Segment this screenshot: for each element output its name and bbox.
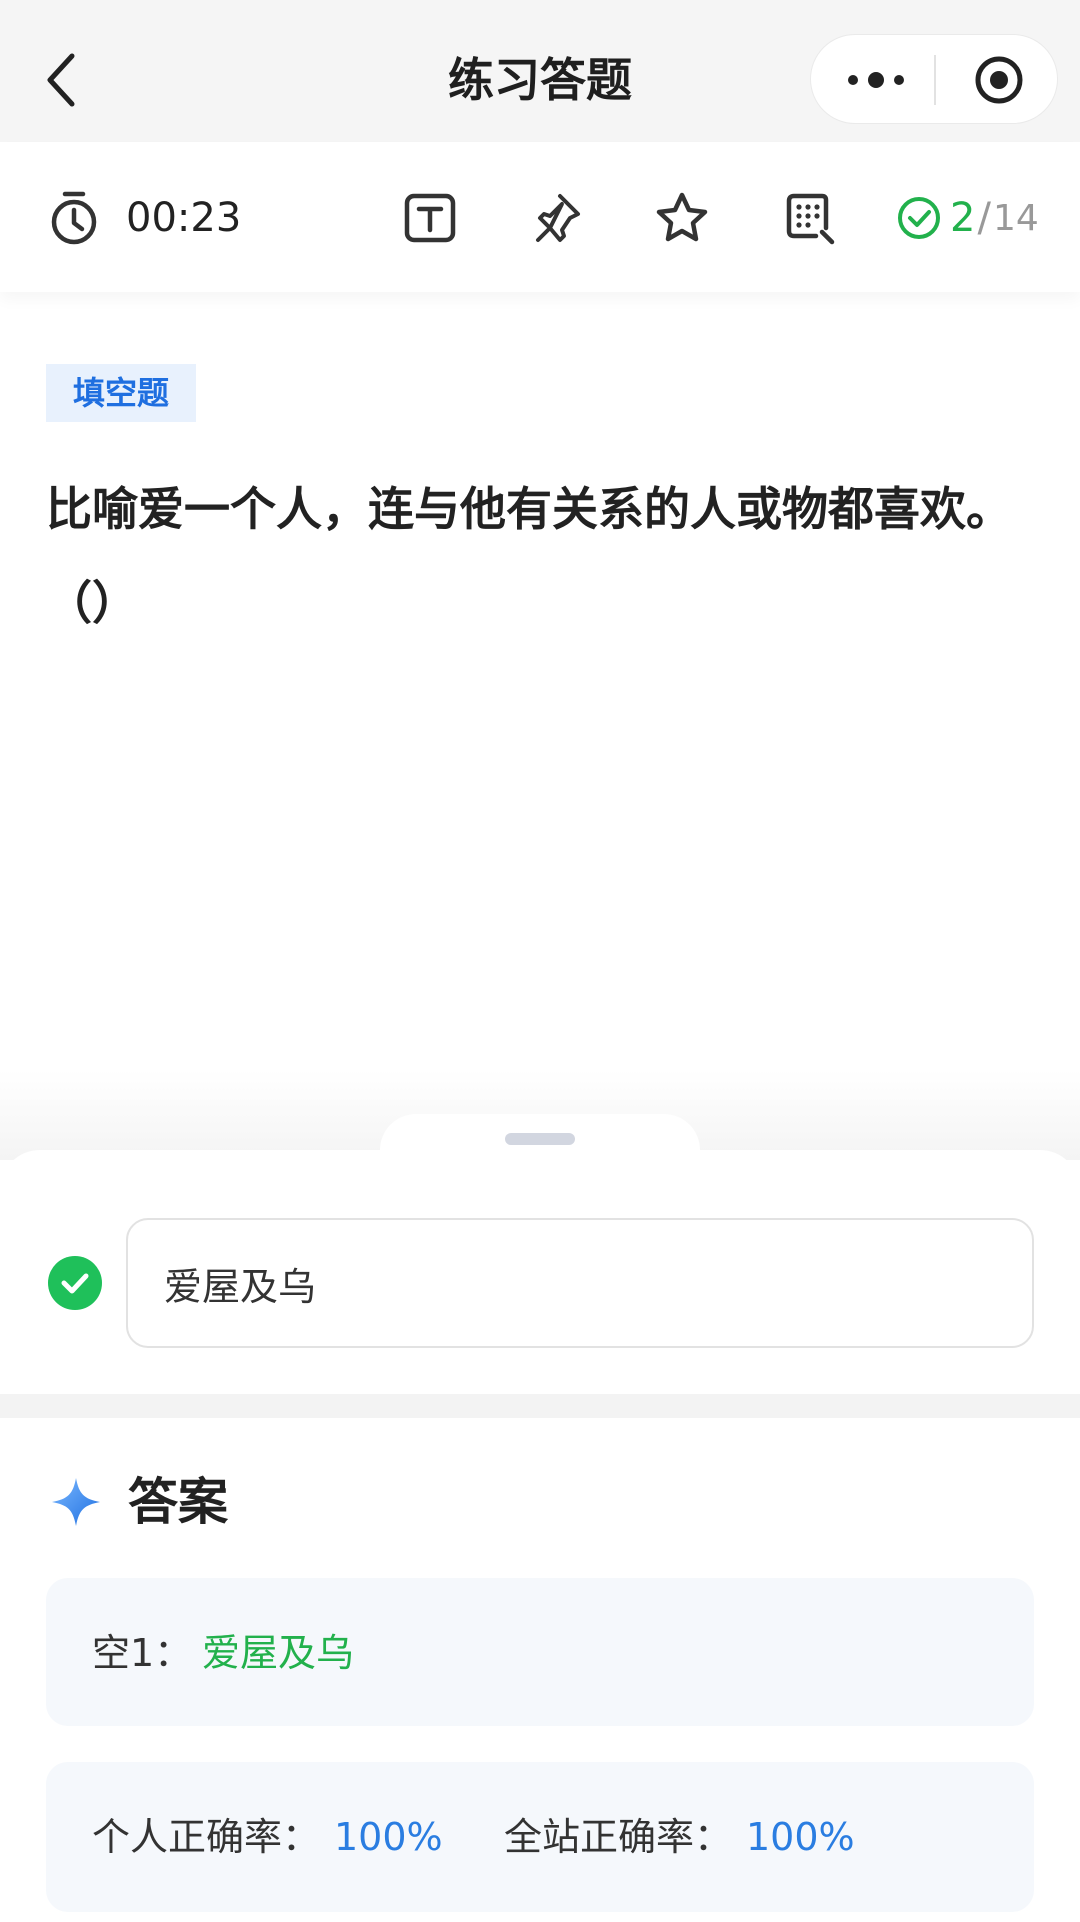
blank-label: 空1：	[92, 1631, 193, 1675]
check-filled-icon	[48, 1256, 102, 1310]
progress-separator: /	[977, 195, 991, 241]
sparkle-icon	[52, 1478, 100, 1526]
text-size-button[interactable]	[400, 188, 460, 248]
pin-icon	[536, 194, 580, 242]
check-circle-icon	[898, 197, 940, 239]
progress-total: 14	[992, 197, 1039, 239]
progress-current: 2	[950, 195, 976, 241]
progress-indicator[interactable]: 2 / 14	[896, 190, 1039, 246]
drag-handle[interactable]	[505, 1133, 575, 1145]
answer-sheet-button[interactable]	[780, 188, 840, 248]
text-size-icon	[404, 193, 456, 243]
blank-value: 爱屋及乌	[202, 1631, 355, 1675]
question-type-tag: 填空题	[46, 364, 196, 422]
correct-answer-card	[46, 1578, 1034, 1726]
more-button[interactable]	[841, 55, 911, 105]
personal-accuracy-label: 个人正确率：	[92, 1815, 321, 1859]
capsule-divider	[934, 55, 936, 105]
answer-input[interactable]	[126, 1218, 1034, 1348]
close-mini-program-button[interactable]	[971, 55, 1027, 105]
toolbar: 00:23 2 / 14	[0, 142, 1080, 292]
site-accuracy-label: 全站正确率：	[504, 1815, 733, 1859]
site-accuracy-value: 100%	[746, 1815, 855, 1859]
favorite-button[interactable]	[652, 188, 712, 248]
pin-button[interactable]	[526, 188, 586, 248]
stopwatch-icon	[51, 191, 97, 245]
target-circle-icon	[975, 56, 1023, 104]
answer-heading: 答案	[128, 1473, 228, 1531]
section-divider	[0, 1394, 1080, 1418]
more-dots-icon	[848, 72, 904, 88]
mini-program-capsule	[810, 34, 1058, 124]
nav-bar: 练习答题	[0, 0, 1080, 142]
personal-accuracy-value: 100%	[334, 1815, 443, 1859]
question-text: 比喻爱一个人，连与他有关系的人或物都喜欢。（）	[46, 482, 1012, 630]
star-icon	[656, 192, 708, 242]
answer-sheet-icon	[786, 193, 835, 245]
timer: 00:23	[126, 195, 242, 241]
